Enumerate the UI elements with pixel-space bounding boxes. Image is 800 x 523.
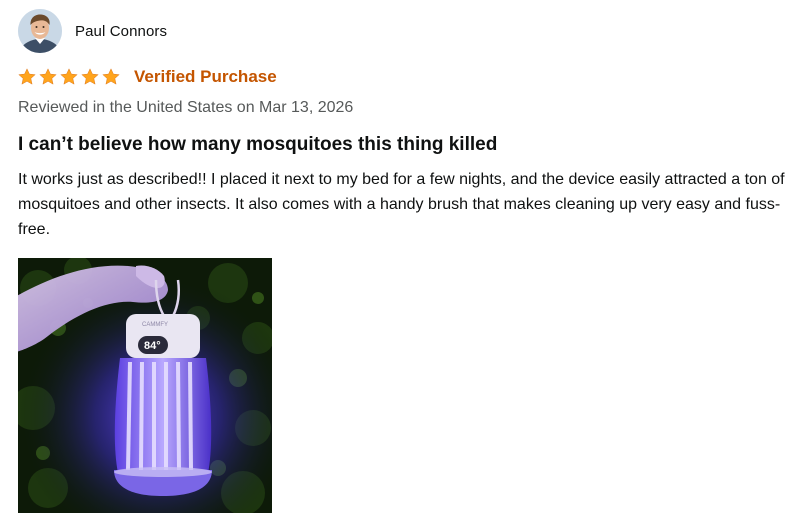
star-rating[interactable] — [17, 67, 121, 87]
device-brand-label: CAMMFY — [142, 322, 168, 328]
author-name[interactable]: Paul Connors — [75, 23, 167, 40]
review-body: It works just as described!! I placed it… — [18, 171, 785, 238]
profile-photo — [18, 9, 62, 53]
review-date: Reviewed in the United States on Mar 13,… — [18, 99, 354, 116]
review-author[interactable]: Paul Connors — [18, 8, 167, 54]
battery-readout: 84° — [144, 340, 161, 352]
star-icon — [102, 68, 120, 85]
star-icon — [18, 68, 36, 85]
avatar[interactable] — [18, 9, 62, 53]
rating-row: Verified Purchase — [17, 66, 277, 88]
mosquito-zapper-photo: 84° CAMMFY — [18, 258, 272, 513]
star-icon — [39, 68, 57, 85]
verified-purchase-badge: Verified Purchase — [134, 67, 277, 86]
review-title[interactable]: I can’t believe how many mosquitoes this… — [18, 134, 497, 156]
star-icon — [81, 68, 99, 85]
review-photo[interactable]: 84° CAMMFY — [18, 258, 272, 513]
star-icon — [60, 68, 78, 85]
